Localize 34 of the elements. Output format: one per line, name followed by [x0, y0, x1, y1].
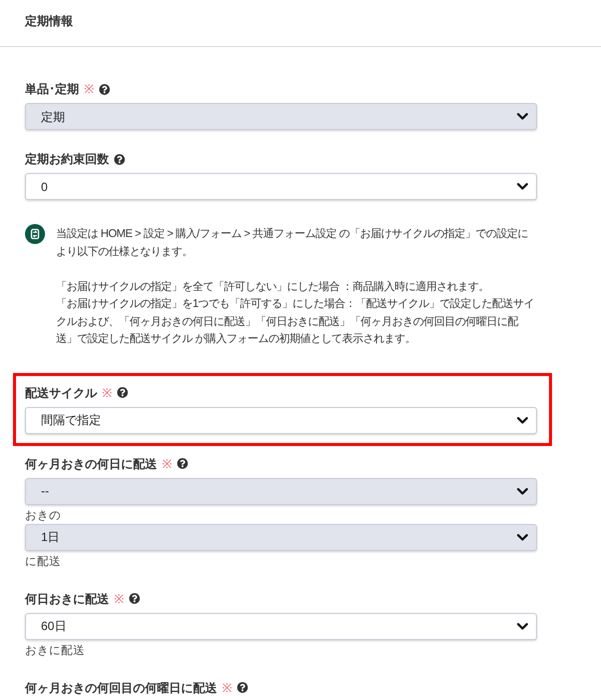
- field-label: 単品･定期: [25, 82, 79, 96]
- chevron-down-icon: [517, 622, 528, 630]
- help-icon[interactable]: [237, 682, 248, 693]
- select-field[interactable]: 60日: [25, 612, 537, 640]
- field-label: 定期お約束回数: [25, 152, 109, 166]
- notice-text: 「お届けサイクルの指定」を全て「許可しない」にした場合 ：商品購入時に適用されます。: [56, 280, 490, 294]
- help-icon[interactable]: [117, 387, 128, 398]
- notice-text: 当設定は HOME > 設定 > 購入/フォーム > 共通フォーム設定 の「お届けサイクルの指定」での設定により以下の仕様となります。: [56, 226, 530, 260]
- required-mark: ※: [222, 680, 232, 694]
- chevron-down-icon: [517, 416, 528, 424]
- field-text: おきの: [25, 508, 61, 524]
- field-label: 何ヶ月おきの何日に配送: [25, 456, 157, 470]
- select-field[interactable]: 0: [25, 173, 537, 200]
- help-icon[interactable]: [114, 154, 125, 164]
- help-icon[interactable]: [129, 593, 140, 604]
- field-label: 配送サイクル: [25, 386, 97, 400]
- required-mark: ※: [162, 456, 172, 470]
- chevron-down-icon: [517, 534, 528, 540]
- chevron-down-icon: [517, 183, 528, 190]
- help-icon[interactable]: [177, 458, 188, 469]
- required-mark: ※: [114, 592, 124, 606]
- required-mark: ※: [102, 386, 112, 400]
- field-text: おきに配送: [25, 644, 85, 658]
- chevron-down-icon: [517, 488, 528, 494]
- refresh-icon: [25, 224, 45, 244]
- select-field[interactable]: 間隔で指定: [25, 406, 537, 434]
- help-icon[interactable]: [99, 84, 110, 94]
- field-label: 何ヶ月おきの何回目の何曜日に配送: [25, 680, 217, 694]
- required-mark: ※: [84, 82, 94, 96]
- field-text: に配送: [25, 554, 61, 570]
- notice-text: 「お届けサイクルの指定」を1つでも「許可する」にした場合：「配送サイクル」で設定した配送サイクルおよび、「何ヶ月おきの何日に配送」「何日おきに配送」「何ヶ月おきの何回目の何曜日に配送」で設定した配送サイクル が購入フォームの初期値として表示されます。: [56, 296, 536, 347]
- section-title: 定期情報: [25, 14, 74, 28]
- chevron-down-icon: [517, 113, 528, 120]
- field-label: 何日おきに配送: [25, 592, 109, 606]
